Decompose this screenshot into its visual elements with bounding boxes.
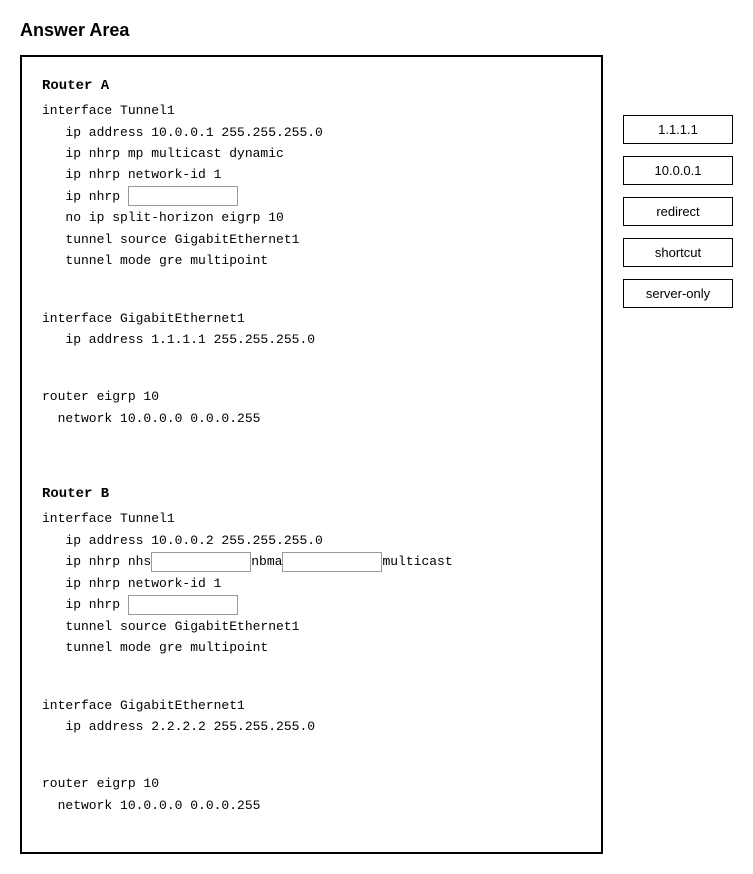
router-b-gige-line-2: ip address 2.2.2.2 255.255.255.0 [42, 716, 581, 737]
router-b-line-2: ip address 10.0.0.2 255.255.255.0 [42, 530, 581, 551]
router-a-header: Router A [42, 75, 581, 98]
router-b-line-4: ip nhrp network-id 1 [42, 573, 581, 594]
router-a-eigrp-line-1: router eigrp 10 [42, 386, 581, 407]
answer-box: Router A interface Tunnel1 ip address 10… [20, 55, 603, 854]
router-b-eigrp-line-2: network 10.0.0.0 0.0.0.255 [42, 795, 581, 816]
option-shortcut[interactable]: shortcut [623, 238, 733, 267]
router-a-line-5: ip nhrp [42, 186, 581, 207]
option-server-only[interactable]: server-only [623, 279, 733, 308]
router-b-eigrp-line-1: router eigrp 10 [42, 773, 581, 794]
router-a-line-6: no ip split-horizon eigrp 10 [42, 207, 581, 228]
router-a-gige-line-1: interface GigabitEthernet1 [42, 308, 581, 329]
option-10-0-0-1[interactable]: 10.0.0.1 [623, 156, 733, 185]
option-1-1-1-1[interactable]: 1.1.1.1 [623, 115, 733, 144]
router-b-line-1: interface Tunnel1 [42, 508, 581, 529]
router-a-line-4: ip nhrp network-id 1 [42, 164, 581, 185]
router-b-section: Router B interface Tunnel1 ip address 10… [42, 483, 581, 658]
router-a-line-8: tunnel mode gre multipoint [42, 250, 581, 271]
router-a-line-2: ip address 10.0.0.1 255.255.255.0 [42, 122, 581, 143]
router-a-eigrp-line-2: network 10.0.0.0 0.0.0.255 [42, 408, 581, 429]
router-a-nhrp-input[interactable] [128, 186, 238, 206]
router-b-header: Router B [42, 483, 581, 506]
router-a-eigrp-section: router eigrp 10 network 10.0.0.0 0.0.0.2… [42, 386, 581, 429]
router-b-gige-line-1: interface GigabitEthernet1 [42, 695, 581, 716]
router-b-line-5: ip nhrp [42, 594, 581, 615]
router-b-nhrp-input[interactable] [128, 595, 238, 615]
router-a-section: Router A interface Tunnel1 ip address 10… [42, 75, 581, 272]
router-a-gige-line-2: ip address 1.1.1.1 255.255.255.0 [42, 329, 581, 350]
router-b-nhs-input[interactable] [151, 552, 251, 572]
router-b-line-7: tunnel mode gre multipoint [42, 637, 581, 658]
router-b-nbma-input[interactable] [282, 552, 382, 572]
router-a-line-3: ip nhrp mp multicast dynamic [42, 143, 581, 164]
router-b-eigrp-section: router eigrp 10 network 10.0.0.0 0.0.0.2… [42, 773, 581, 816]
side-options-panel: 1.1.1.1 10.0.0.1 redirect shortcut serve… [623, 55, 733, 308]
router-b-gige-section: interface GigabitEthernet1 ip address 2.… [42, 695, 581, 738]
router-a-gige-section: interface GigabitEthernet1 ip address 1.… [42, 308, 581, 351]
option-redirect[interactable]: redirect [623, 197, 733, 226]
router-b-line-3: ip nhrp nhsnbmamulticast [42, 551, 581, 572]
router-b-line-6: tunnel source GigabitEthernet1 [42, 616, 581, 637]
router-a-line-7: tunnel source GigabitEthernet1 [42, 229, 581, 250]
page-title: Answer Area [20, 20, 733, 41]
router-a-line-1: interface Tunnel1 [42, 100, 581, 121]
